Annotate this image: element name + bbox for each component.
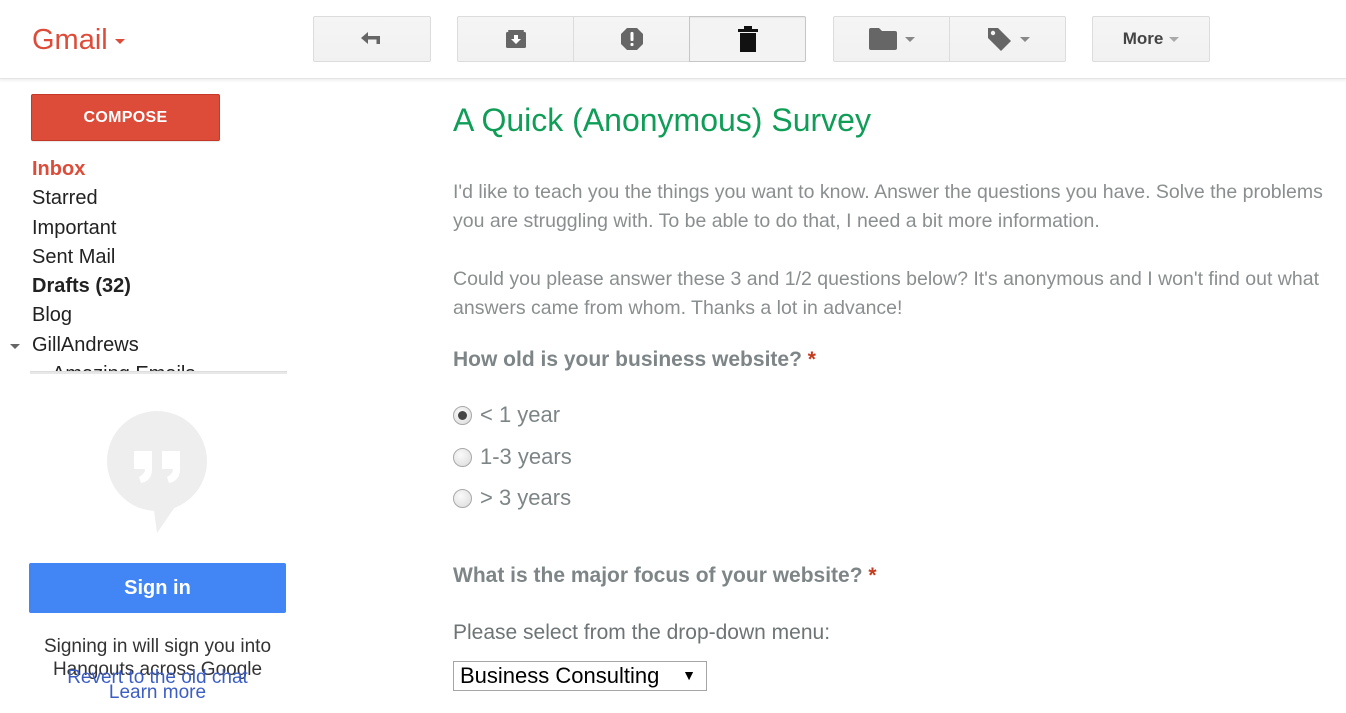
labels-button[interactable]	[949, 16, 1066, 62]
radio-option-over-3-years[interactable]: > 3 years	[453, 483, 571, 513]
sidebar-item-gillandrews[interactable]: GillAndrews	[0, 331, 290, 360]
intro-paragraph: I'd like to teach you the things you wan…	[453, 181, 1323, 232]
radio-label: > 3 years	[480, 485, 572, 510]
archive-button[interactable]	[457, 16, 574, 62]
question-text: How old is your business website?	[453, 348, 802, 371]
back-arrow-icon	[360, 31, 384, 47]
gmail-logo: Gmail	[32, 23, 108, 56]
question-text: What is the major focus of your website?	[453, 564, 863, 587]
move-to-button[interactable]	[833, 16, 950, 62]
caret-down-icon	[1169, 36, 1180, 42]
compose-button[interactable]: COMPOSE	[31, 94, 220, 141]
organize-group	[833, 16, 1066, 62]
archive-icon	[505, 29, 527, 49]
radio-option-under-1-year[interactable]: < 1 year	[453, 400, 560, 430]
label-tag-icon	[986, 26, 1012, 52]
message-actions-group	[457, 16, 806, 62]
gmail-menu[interactable]: Gmail	[32, 22, 125, 58]
sidebar-item-drafts[interactable]: Drafts (32)	[0, 272, 290, 301]
folder-icon	[868, 28, 897, 50]
hangouts-sign-in-button[interactable]: Sign in	[29, 563, 286, 613]
radio-button-selected[interactable]	[453, 405, 472, 425]
sidebar-nav: Inbox Starred Important Sent Mail Drafts…	[0, 155, 290, 373]
delete-button[interactable]	[689, 16, 806, 62]
website-focus-dropdown[interactable]: Business Consulting ▼	[453, 661, 707, 691]
learn-more-link[interactable]: Learn more	[29, 681, 286, 704]
back-button[interactable]	[313, 16, 431, 62]
more-label: More	[1122, 29, 1164, 48]
required-asterisk: *	[868, 564, 877, 587]
sidebar-item-starred[interactable]: Starred	[0, 184, 290, 213]
radio-button[interactable]	[453, 488, 472, 508]
radio-label: 1-3 years	[480, 444, 572, 469]
sidebar-item-inbox[interactable]: Inbox	[0, 155, 290, 184]
dropdown-selected-value: Business Consulting	[460, 663, 660, 688]
request-paragraph: Could you please answer these 3 and 1/2 …	[453, 268, 1319, 319]
top-toolbar: Gmail More	[0, 0, 1346, 79]
dropdown-arrow-icon: ▼	[682, 667, 696, 683]
radio-option-1-3-years[interactable]: 1-3 years	[453, 442, 572, 472]
sidebar-item-important[interactable]: Important	[0, 214, 290, 243]
trash-icon	[737, 26, 758, 52]
hangouts-quote-icon	[107, 411, 207, 538]
sidebar-item-sent-mail[interactable]: Sent Mail	[0, 243, 290, 272]
question-website-focus: What is the major focus of your website?…	[453, 564, 877, 588]
email-title: A Quick (Anonymous) Survey	[453, 102, 871, 138]
required-asterisk: *	[807, 348, 816, 371]
expand-triangle-icon[interactable]	[10, 343, 20, 349]
sidebar-scroll-divider	[30, 371, 287, 374]
radio-button[interactable]	[453, 447, 472, 467]
select-hint: Please select from the drop-down menu:	[453, 621, 831, 644]
caret-down-icon	[904, 36, 915, 42]
radio-label: < 1 year	[480, 402, 561, 427]
sidebar-item-blog[interactable]: Blog	[0, 301, 290, 330]
sidebar-item-label: GillAndrews	[32, 333, 139, 356]
report-spam-icon	[620, 27, 644, 51]
caret-down-icon	[1019, 36, 1030, 42]
question-website-age: How old is your business website? *	[453, 348, 816, 372]
more-button[interactable]: More	[1092, 16, 1210, 62]
caret-down-icon	[114, 38, 125, 44]
report-spam-button[interactable]	[573, 16, 690, 62]
